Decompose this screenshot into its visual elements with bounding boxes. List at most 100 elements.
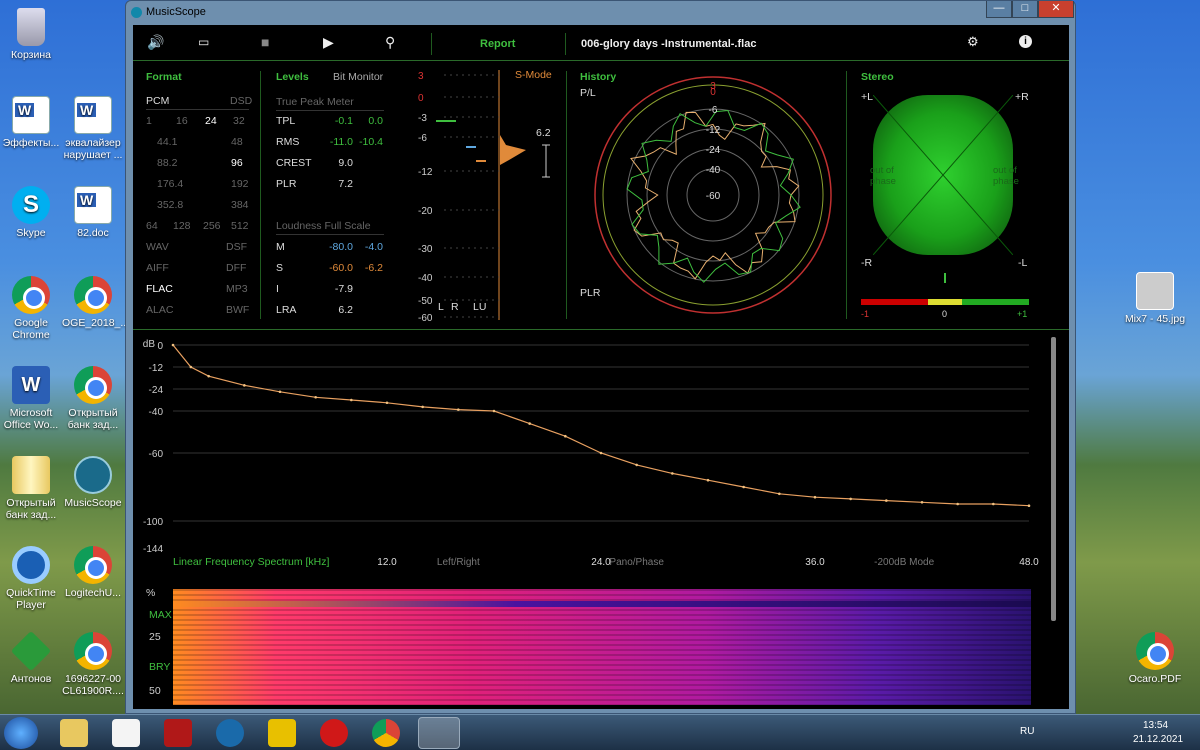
spectrum-point bbox=[742, 485, 745, 489]
bit-monitor-tab[interactable]: Bit Monitor bbox=[333, 71, 383, 83]
desktop-icon[interactable]: LogitechU... bbox=[62, 546, 124, 599]
spectrum-point bbox=[849, 497, 852, 501]
spectrum-point bbox=[243, 384, 246, 387]
stereo-plus-l: +L bbox=[861, 91, 873, 103]
desktop-icon[interactable]: Открытый банк зад... bbox=[62, 366, 124, 431]
correlation-min: -1 bbox=[861, 309, 870, 319]
spectrum-x-tick[interactable]: Left/Right bbox=[437, 557, 480, 568]
media-player-icon[interactable] bbox=[112, 719, 140, 747]
spectrum-x-tick: 12.0 bbox=[377, 557, 397, 568]
play-icon[interactable]: ▶ bbox=[323, 34, 334, 50]
vertical-scrollbar[interactable] bbox=[1051, 337, 1056, 621]
dsd-rate: 256 bbox=[203, 220, 221, 232]
app-logo-icon bbox=[131, 7, 142, 18]
info-icon[interactable]: i bbox=[1019, 35, 1032, 48]
spectrogram-tick: 50 bbox=[149, 685, 161, 697]
maximize-button[interactable]: □ bbox=[1012, 1, 1038, 18]
desktop-icon[interactable]: 82.doc bbox=[62, 186, 124, 239]
desktop-icon[interactable]: Google Chrome bbox=[0, 276, 62, 341]
chrome-taskbar-icon[interactable] bbox=[372, 719, 400, 747]
clock-time[interactable]: 13:54 bbox=[1143, 720, 1168, 731]
app-circle-icon[interactable] bbox=[216, 719, 244, 747]
spectrum-y-tick: dB bbox=[143, 339, 156, 350]
app-client: 🔊 ▭ ■ ▶ ⚲ Report 006-glory days -Instrum… bbox=[133, 25, 1069, 709]
smode-label[interactable]: S-Mode bbox=[515, 69, 552, 81]
winrar-icon[interactable] bbox=[268, 719, 296, 747]
spectrum-point bbox=[457, 408, 460, 411]
desktop-icon[interactable]: Эффекты... bbox=[0, 96, 62, 149]
dsd-rate: 512 bbox=[231, 220, 249, 232]
spectrum-point bbox=[992, 502, 995, 506]
desktop-icon[interactable]: Открытый банк зад... bbox=[0, 456, 62, 521]
desktop-icon[interactable]: W Microsoft Office Wo... bbox=[0, 366, 62, 431]
level-name: RMS bbox=[276, 136, 300, 148]
meter-tick: -60 bbox=[418, 313, 433, 324]
desktop-icon[interactable]: OGE_2018_... bbox=[62, 276, 130, 329]
musicscope-taskbar-icon[interactable] bbox=[418, 717, 460, 749]
opera-icon[interactable] bbox=[320, 719, 348, 747]
title-bar[interactable]: MusicScope — □ ✕ bbox=[126, 1, 1075, 25]
app-red-icon[interactable] bbox=[164, 719, 192, 747]
level-value-left: -0.1 bbox=[334, 115, 353, 127]
sample-rate: 44.1 bbox=[157, 136, 178, 148]
spectrum-x-tick[interactable]: -200dB Mode bbox=[874, 557, 934, 568]
desktop-icon[interactable]: Ocaro.PDF bbox=[1124, 632, 1186, 685]
open-folder-icon[interactable]: ▭ bbox=[198, 34, 209, 50]
spectrum-x-tick: 48.0 bbox=[1019, 557, 1039, 568]
settings-gear-icon[interactable]: ⚙ bbox=[967, 34, 979, 50]
desktop-icon[interactable]: Mix7 - 45.jpg bbox=[1124, 272, 1186, 325]
loudness-name: I bbox=[276, 283, 279, 295]
zip-icon bbox=[12, 456, 50, 494]
desktop-icon[interactable]: 1696227-00 CL61900R.... bbox=[62, 632, 124, 697]
spectrum-point bbox=[885, 499, 888, 502]
spectrum-x-tick: 36.0 bbox=[805, 557, 825, 568]
meter-tick: -3 bbox=[418, 113, 427, 124]
explorer-icon[interactable] bbox=[60, 719, 88, 747]
stereo-plus-r: +R bbox=[1015, 91, 1029, 103]
spectrum-y-tick: -24 bbox=[149, 385, 164, 396]
spectrum-x-tick[interactable]: Pano/Phase bbox=[609, 557, 664, 568]
stop-icon[interactable]: ■ bbox=[261, 34, 269, 50]
desktop-icon[interactable]: QuickTime Player bbox=[0, 546, 62, 611]
pcm-label: PCM bbox=[146, 95, 170, 107]
desktop-icon-label: Эффекты... bbox=[2, 137, 60, 149]
desktop-icon[interactable]: эквалайзер нарушает ... bbox=[62, 96, 124, 161]
language-indicator[interactable]: RU bbox=[1020, 726, 1034, 737]
volume-icon[interactable]: 🔊 bbox=[147, 34, 164, 50]
report-button[interactable]: Report bbox=[480, 36, 515, 52]
stereo-minus-l: -L bbox=[1018, 257, 1028, 269]
microscope-icon[interactable]: ⚲ bbox=[385, 34, 395, 50]
loudness-value-right: -6.2 bbox=[364, 262, 383, 274]
file-format: FLAC bbox=[146, 283, 173, 295]
desktop-icon[interactable]: Антонов bbox=[0, 630, 62, 685]
desktop-icon-label: OGE_2018_... bbox=[62, 317, 130, 329]
chrome-icon bbox=[74, 276, 112, 314]
clock-date[interactable]: 21.12.2021 bbox=[1133, 734, 1183, 745]
spectrum-point bbox=[314, 395, 317, 399]
dsd-rate: 128 bbox=[173, 220, 191, 232]
file-format: MP3 bbox=[226, 283, 248, 295]
sample-rate: 384 bbox=[231, 199, 249, 211]
chrome-icon bbox=[12, 276, 50, 314]
level-value-left: -11.0 bbox=[329, 136, 353, 148]
bit-depth: 1 bbox=[146, 115, 152, 127]
level-value-right: 0.0 bbox=[368, 115, 383, 127]
sample-rate: 96 bbox=[231, 157, 243, 169]
close-button[interactable]: ✕ bbox=[1038, 1, 1074, 18]
meter-tick: -12 bbox=[418, 167, 433, 178]
start-button[interactable] bbox=[4, 717, 38, 749]
true-peak-label: True Peak Meter bbox=[276, 96, 354, 108]
window-title: MusicScope bbox=[146, 6, 206, 18]
desktop-icon[interactable]: Корзина bbox=[0, 8, 62, 61]
loudness-label: Loudness Full Scale bbox=[276, 220, 371, 232]
level-value-left: 9.0 bbox=[338, 157, 353, 169]
desktop-icon-label: Открытый банк зад... bbox=[67, 407, 119, 431]
desktop-icon[interactable]: S Skype bbox=[0, 186, 62, 239]
desktop-icon-label: 82.doc bbox=[77, 227, 109, 239]
spectrum-point bbox=[778, 492, 781, 496]
meter-tick: -30 bbox=[418, 244, 433, 255]
file-format: ALAC bbox=[146, 304, 174, 316]
desktop-icon-label: QuickTime Player bbox=[6, 587, 56, 611]
desktop-icon[interactable]: MusicScope bbox=[62, 456, 124, 509]
minimize-button[interactable]: — bbox=[986, 1, 1012, 18]
